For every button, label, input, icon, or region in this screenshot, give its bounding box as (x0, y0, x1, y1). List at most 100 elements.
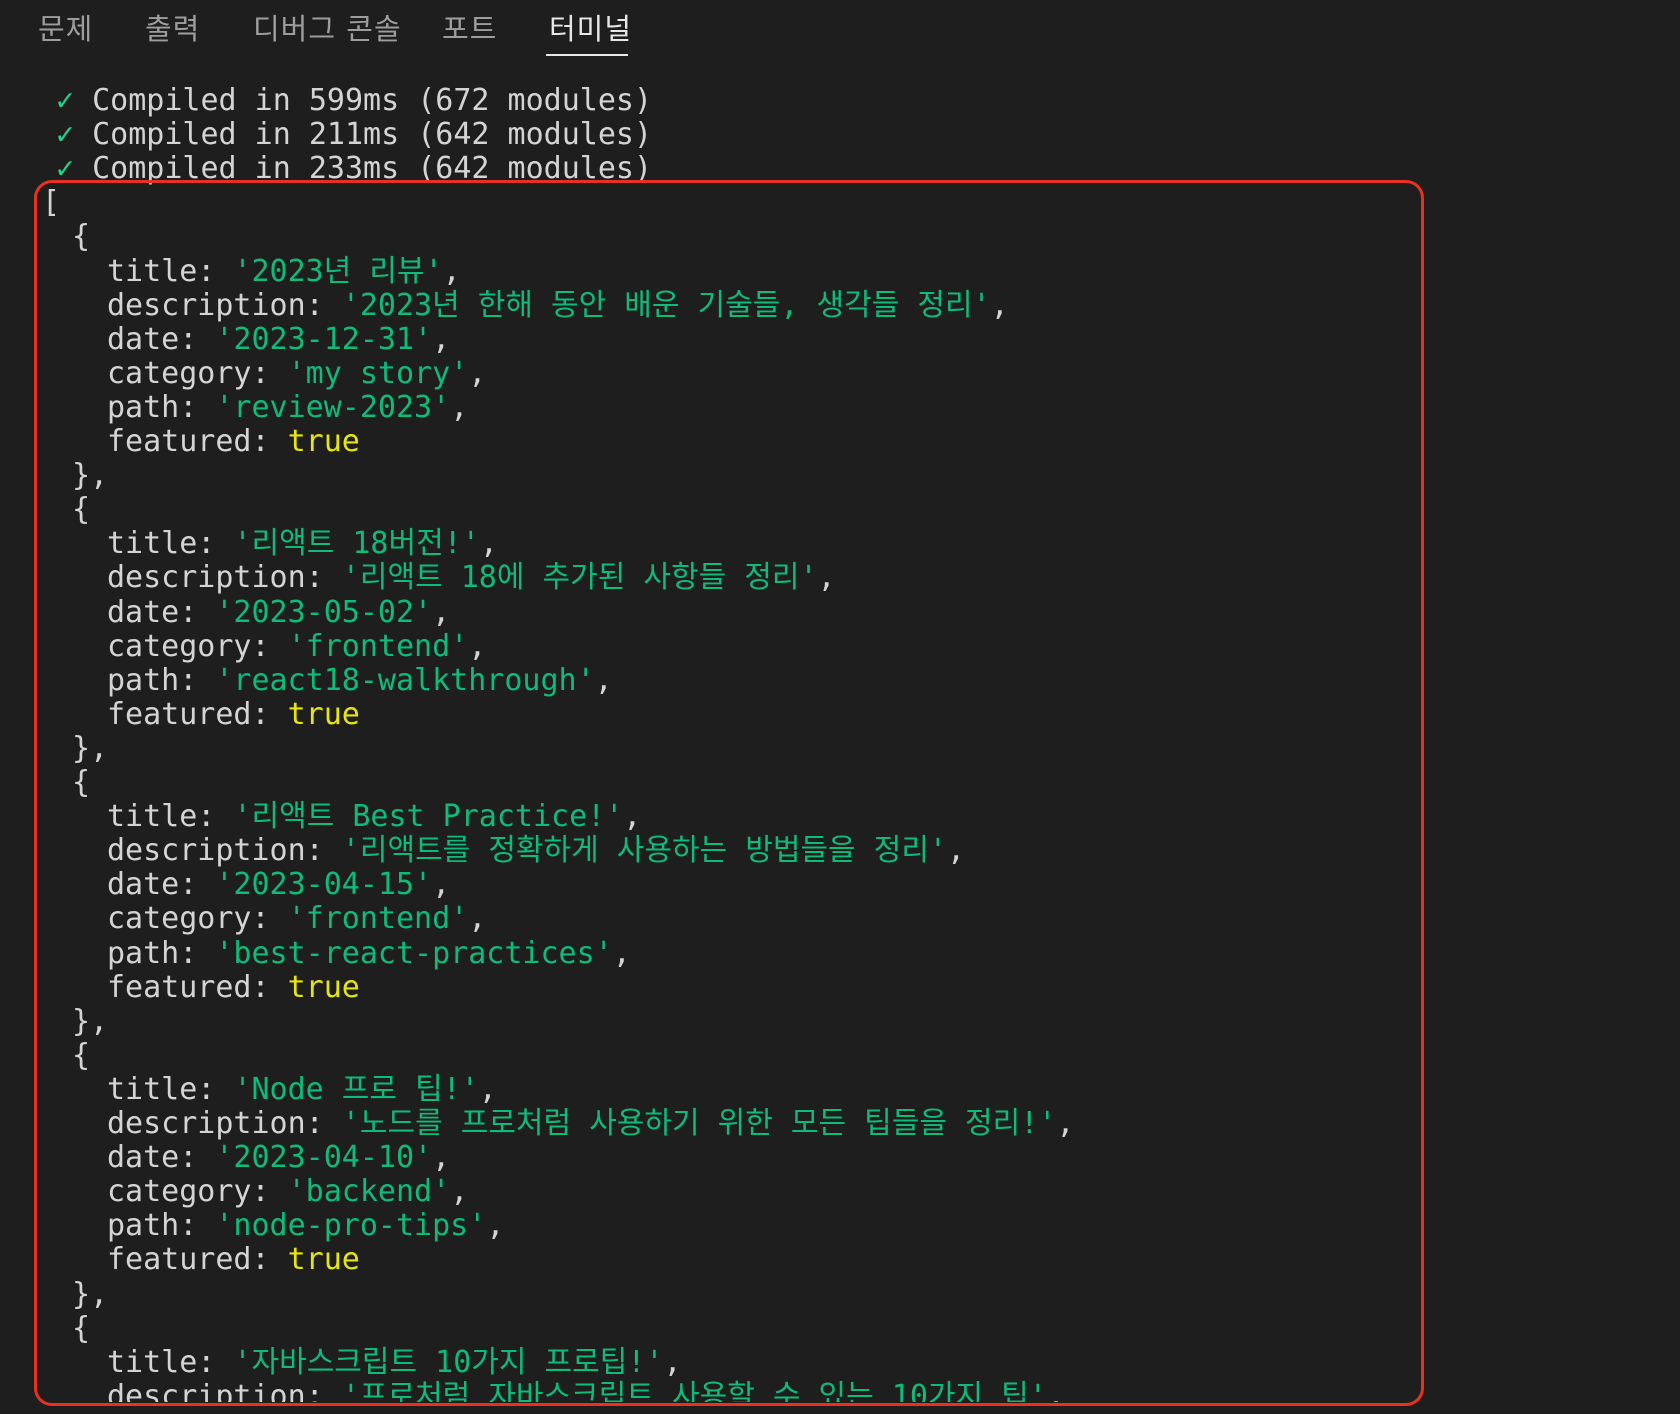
field-value-date: '2023-04-10' (215, 1140, 433, 1176)
tab-ports[interactable]: 포트 (442, 6, 497, 48)
compile-message: Compiled in 599ms (672 modules) (92, 84, 653, 118)
field-value-title: '리액트 Best Practice!' (233, 799, 624, 835)
object-open: { (72, 1310, 91, 1346)
post-title-line: title: '자바스크립트 10가지 프로팁!', (107, 1344, 682, 1380)
post-date-line: date: '2023-04-15', (107, 867, 451, 903)
post-category-line: category: 'frontend', (107, 901, 487, 937)
field-key: featured: (107, 696, 288, 732)
post-path-line: path: 'review-2023', (107, 389, 469, 425)
field-key: description: (107, 1106, 342, 1141)
post-title-line: title: '리액트 18버전!', (107, 526, 498, 562)
field-value-description: '리액트 18에 추가된 사항들 정리' (341, 560, 818, 596)
field-key: description: (107, 1378, 342, 1402)
field-key: title: (107, 1071, 234, 1107)
field-value-category: 'frontend' (287, 628, 469, 664)
field-key: category: (107, 628, 288, 664)
post-description-line: description: '리액트를 정확하게 사용하는 방법들을 정리', (107, 833, 966, 869)
check-icon: ✓ (56, 117, 75, 153)
field-value-path: 'react18-walkthrough' (215, 662, 595, 698)
field-key: date: (107, 867, 216, 903)
field-value-date: '2023-04-15' (215, 867, 433, 903)
compile-message: Compiled in 233ms (642 modules) (92, 151, 653, 187)
object-close: }, (72, 1276, 109, 1312)
field-value-featured: true (287, 424, 360, 459)
panel-tab-bar: 문제 출력 디버그 콘솔 포트 터미널 (0, 0, 1680, 62)
post-title-line: title: '리액트 Best Practice!', (107, 799, 642, 835)
field-key: description: (107, 560, 342, 596)
field-value-description: '노드를 프로처럼 사용하기 위한 모든 팁들을 정리!' (341, 1106, 1057, 1141)
field-value-date: '2023-05-02' (215, 594, 433, 630)
field-key: path: (107, 389, 216, 425)
field-key: category: (107, 355, 288, 391)
field-key: path: (107, 662, 216, 698)
post-featured-line: featured: true (107, 1243, 360, 1277)
field-value-path: 'node-pro-tips' (215, 1208, 487, 1244)
field-key: description: (107, 287, 342, 323)
field-value-featured: true (287, 1242, 360, 1278)
field-key: date: (107, 321, 216, 357)
field-value-path: 'best-react-practices' (215, 935, 613, 971)
check-icon: ✓ (56, 84, 75, 118)
object-close: }, (72, 1003, 109, 1039)
field-key: date: (107, 1140, 216, 1176)
post-date-line: date: '2023-12-31', (107, 321, 451, 357)
object-open: { (72, 1037, 91, 1073)
post-featured-line: featured: true (107, 425, 360, 459)
field-key: category: (107, 901, 288, 937)
post-description-line: description: '2023년 한해 동안 배운 기술들, 생각들 정리… (107, 287, 1009, 323)
field-value-featured: true (287, 969, 360, 1005)
object-open: { (72, 219, 91, 255)
post-featured-line: featured: true (107, 696, 360, 732)
field-key: title: (107, 1344, 234, 1380)
post-description-line: description: '노드를 프로처럼 사용하기 위한 모든 팁들을 정리… (107, 1106, 1075, 1141)
field-key: title: (107, 253, 234, 289)
object-close: }, (72, 730, 109, 766)
field-key: path: (107, 1208, 216, 1244)
field-key: featured: (107, 1242, 288, 1278)
post-path-line: path: 'node-pro-tips', (107, 1208, 505, 1244)
tab-terminal[interactable]: 터미널 (549, 6, 632, 48)
array-open: [ (42, 186, 60, 220)
array-bracket: [ (42, 185, 61, 221)
terminal-output[interactable]: ✓ Compiled in 599ms (672 modules) ✓ Compi… (0, 84, 1680, 1402)
field-value-path: 'review-2023' (215, 389, 451, 425)
field-value-title: '자바스크립트 10가지 프로팁!' (233, 1344, 664, 1380)
field-value-description: '리액트를 정확하게 사용하는 방법들을 정리' (341, 833, 947, 869)
field-value-featured: true (287, 696, 360, 732)
terminal-panel: 문제 출력 디버그 콘솔 포트 터미널 ✓ Compiled in 599ms … (0, 0, 1680, 1414)
field-key: date: (107, 594, 216, 630)
post-date-line: date: '2023-04-10', (107, 1140, 451, 1176)
post-description-line: description: '프로처럼 자바스크립트 사용할 수 있는 10가지 … (107, 1378, 1065, 1402)
field-value-category: 'backend' (287, 1174, 451, 1210)
check-icon: ✓ (56, 151, 75, 187)
compile-message: Compiled in 211ms (642 modules) (92, 117, 653, 153)
field-value-title: '2023년 리뷰' (233, 253, 443, 289)
field-key: category: (107, 1174, 288, 1210)
compile-line: ✓ Compiled in 599ms (672 modules) (56, 84, 652, 118)
field-value-title: 'Node 프로 팁!' (233, 1071, 479, 1107)
field-value-category: 'frontend' (287, 901, 469, 937)
post-description-line: description: '리액트 18에 추가된 사항들 정리', (107, 560, 836, 596)
post-featured-line: featured: true (107, 969, 360, 1005)
field-value-category: 'my story' (287, 355, 469, 391)
field-value-description: '2023년 한해 동안 배운 기술들, 생각들 정리' (341, 287, 991, 323)
tab-debug-console[interactable]: 디버그 콘솔 (253, 6, 402, 48)
post-path-line: path: 'react18-walkthrough', (107, 662, 613, 698)
tab-output[interactable]: 출력 (145, 6, 200, 48)
compile-line: ✓ Compiled in 233ms (642 modules) (56, 152, 652, 186)
post-title-line: title: 'Node 프로 팁!', (107, 1071, 497, 1107)
field-key: featured: (107, 424, 288, 459)
object-close: }, (72, 458, 109, 494)
compile-line: ✓ Compiled in 211ms (642 modules) (56, 118, 652, 152)
post-category-line: category: 'frontend', (107, 628, 487, 664)
object-open: { (72, 492, 91, 528)
field-value-date: '2023-12-31' (215, 321, 433, 357)
post-title-line: title: '2023년 리뷰', (107, 253, 461, 289)
field-value-title: '리액트 18버전!' (233, 526, 480, 562)
field-key: title: (107, 526, 234, 562)
field-key: title: (107, 799, 234, 835)
field-key: path: (107, 935, 216, 971)
tab-problems[interactable]: 문제 (38, 6, 93, 48)
field-key: featured: (107, 969, 288, 1005)
post-path-line: path: 'best-react-practices', (107, 935, 631, 971)
